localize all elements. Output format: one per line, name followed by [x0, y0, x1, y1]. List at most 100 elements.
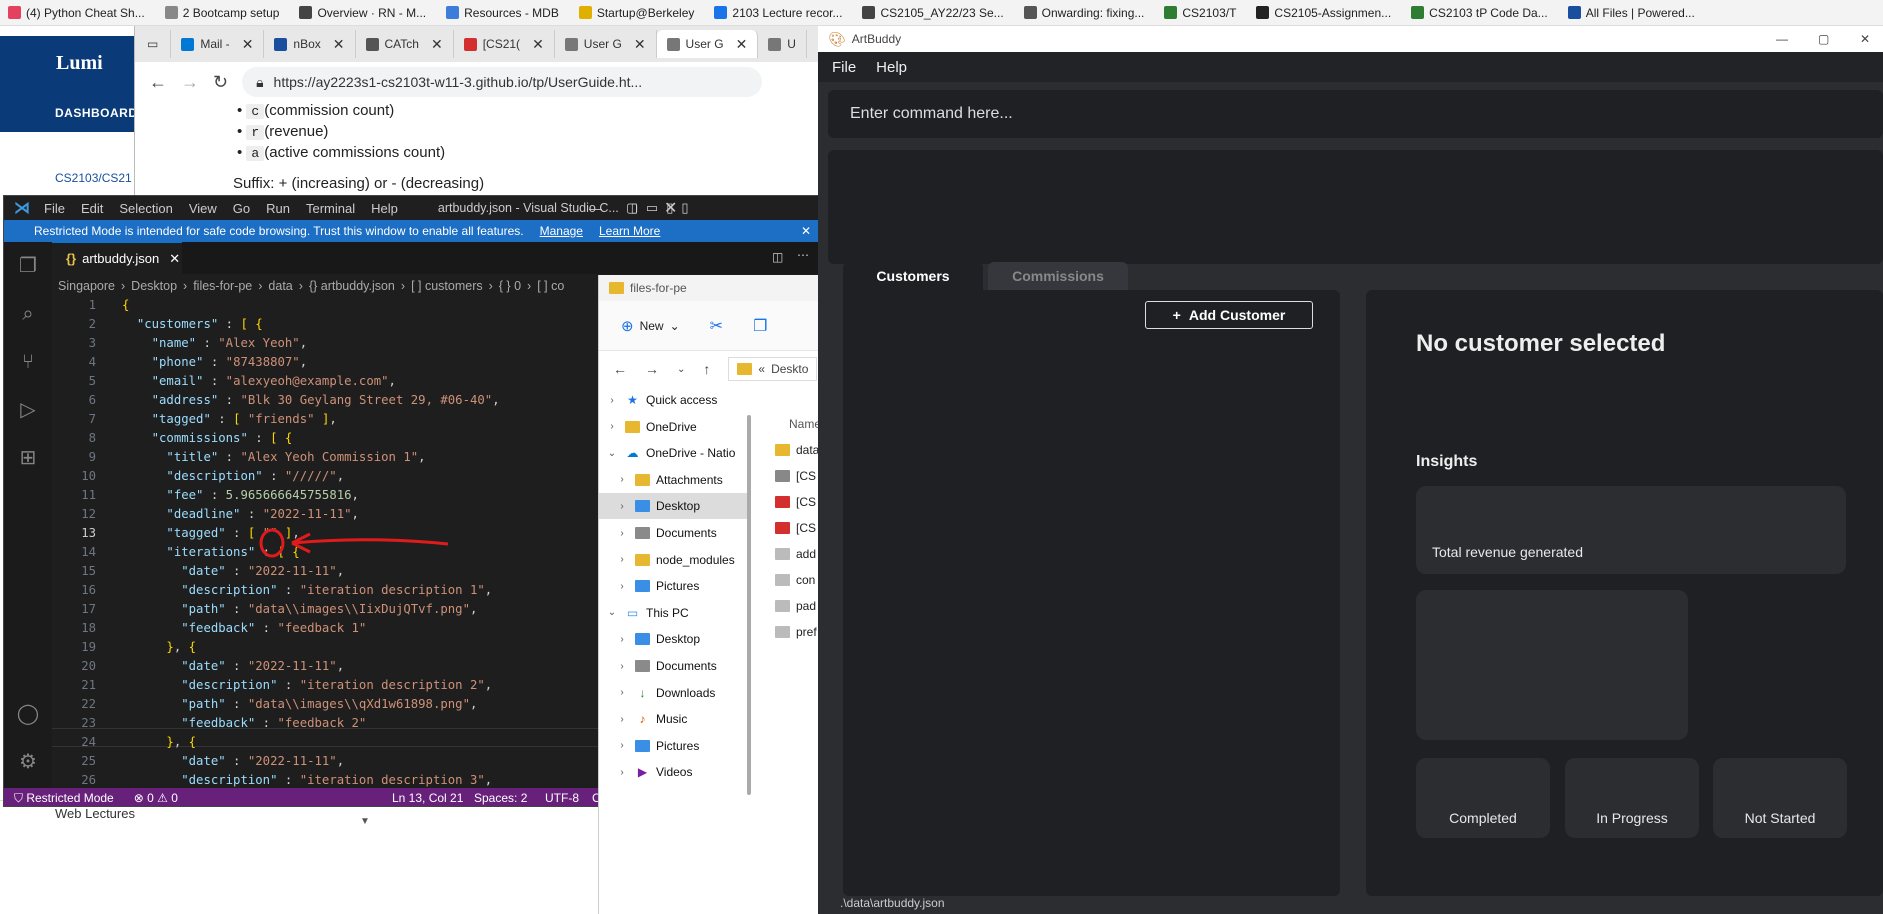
bookmark-item[interactable]: CS2105_AY22/23 Se... [862, 6, 1004, 20]
file-item[interactable]: [CS [775, 469, 816, 483]
menu-help[interactable]: Help [371, 201, 398, 216]
command-input[interactable]: Enter command here... [828, 90, 1883, 138]
close-icon[interactable]: ✕ [664, 198, 677, 218]
indentation-status[interactable]: Spaces: 2 [474, 791, 527, 805]
dropdown-caret-icon[interactable]: ▼ [360, 816, 370, 827]
chevron-right-icon[interactable]: › [615, 687, 629, 698]
bookmark-item[interactable]: All Files | Powered... [1567, 6, 1695, 20]
menu-help[interactable]: Help [876, 59, 907, 76]
chevron-right-icon[interactable]: › [615, 528, 629, 539]
chevron-down-icon[interactable]: ⌄ [605, 448, 619, 459]
chevron-right-icon[interactable]: › [615, 554, 629, 565]
nav-item[interactable]: ⌄ ▭ This PC [599, 600, 749, 626]
tab-close-icon[interactable]: ✕ [431, 36, 443, 53]
bookmark-item[interactable]: CS2103 tP Code Da... [1411, 6, 1548, 20]
nav-item[interactable]: › Documents [599, 520, 749, 546]
menu-file[interactable]: File [832, 59, 856, 76]
tab-close-icon[interactable]: ✕ [532, 36, 544, 53]
problems-status[interactable]: ⊗ 0 ⚠ 0 [124, 791, 188, 805]
chevron-right-icon[interactable]: › [605, 395, 619, 406]
accounts-icon[interactable]: ◯ [16, 702, 40, 726]
search-icon[interactable]: ⌕ [16, 302, 40, 326]
cut-icon[interactable]: ✂ [710, 316, 723, 336]
nav-pane-scrollbar[interactable] [747, 415, 751, 795]
settings-gear-icon[interactable]: ⚙ [16, 750, 40, 774]
chevron-right-icon[interactable]: › [615, 634, 629, 645]
file-item[interactable]: pad [775, 599, 816, 613]
chevron-right-icon[interactable]: › [615, 740, 629, 751]
browser-tab[interactable]: CATch ✕ [356, 30, 454, 58]
chevron-right-icon[interactable]: › [605, 421, 619, 432]
chevron-right-icon[interactable]: › [615, 714, 629, 725]
back-icon[interactable]: ← [149, 72, 167, 93]
web-lectures-item[interactable]: Web Lectures [55, 806, 135, 821]
file-tab-artbuddy-json[interactable]: {} artbuddy.json ✕ [52, 242, 182, 274]
menu-edit[interactable]: Edit [81, 201, 103, 216]
tab-actions-icon[interactable]: ▭ [135, 30, 172, 58]
menu-file[interactable]: File [44, 201, 65, 216]
browser-tab[interactable]: nBox ✕ [264, 30, 356, 58]
breadcrumb-item[interactable]: { } 0 [499, 279, 521, 293]
nav-item[interactable]: › Attachments [599, 467, 749, 493]
minimize-icon[interactable]: — [1776, 32, 1788, 46]
file-tab-close-icon[interactable]: ✕ [169, 251, 180, 267]
breadcrumb-item[interactable]: {} artbuddy.json [309, 279, 395, 293]
file-item[interactable]: [CS [775, 521, 816, 535]
banner-close-icon[interactable]: ✕ [801, 224, 811, 238]
tab-close-icon[interactable]: ✕ [333, 36, 345, 53]
bookmark-item[interactable]: CS2105-Assignmen... [1256, 6, 1391, 20]
manage-link[interactable]: Manage [540, 224, 583, 238]
bookmark-item[interactable]: 2103 Lecture recor... [714, 6, 842, 20]
tab-commissions[interactable]: Commissions [988, 262, 1128, 290]
maximize-icon[interactable]: ▢ [1818, 32, 1829, 46]
close-icon[interactable]: ✕ [1860, 32, 1870, 46]
browser-tab[interactable]: User G ✕ [656, 30, 759, 58]
nav-item[interactable]: › OneDrive [599, 414, 749, 440]
restricted-mode-status[interactable]: ⛉ Restricted Mode [4, 791, 124, 806]
file-item[interactable]: con [775, 573, 815, 587]
tab-close-icon[interactable]: ✕ [634, 36, 646, 53]
maximize-icon[interactable]: ▢ [626, 200, 638, 216]
nav-item[interactable]: › Pictures [599, 573, 749, 599]
nav-item[interactable]: › Desktop [599, 626, 749, 652]
browser-tab[interactable]: U [758, 30, 807, 58]
nav-item[interactable]: › node_modules [599, 547, 749, 573]
nav-item[interactable]: ⌄ ☁ OneDrive - Natio [599, 440, 749, 466]
nav-item[interactable]: › ♪ Music [599, 706, 749, 732]
chevron-down-icon[interactable]: ⌄ [605, 607, 619, 618]
split-editor-icon[interactable]: ◫ [772, 250, 783, 264]
run-debug-icon[interactable]: ▷ [16, 398, 40, 422]
file-item[interactable]: [CS [775, 495, 816, 509]
menu-terminal[interactable]: Terminal [306, 201, 355, 216]
nav-item[interactable]: › ★ Quick access [599, 387, 749, 413]
file-item[interactable]: add [775, 547, 816, 561]
forward-icon[interactable]: → [181, 72, 199, 93]
source-control-icon[interactable]: ⑂ [16, 350, 40, 374]
cursor-position-status[interactable]: Ln 13, Col 21 [392, 791, 463, 805]
file-item[interactable]: data [775, 443, 819, 457]
nav-item[interactable]: › ▶ Videos [599, 759, 749, 785]
bookmark-item[interactable]: Onwarding: fixing... [1023, 6, 1144, 20]
nav-item[interactable]: › Documents [599, 653, 749, 679]
breadcrumb-item[interactable]: [ ] customers [411, 279, 483, 293]
chevron-right-icon[interactable]: › [615, 501, 629, 512]
encoding-status[interactable]: UTF-8 [545, 791, 579, 805]
back-icon[interactable]: ← [613, 361, 627, 377]
chevron-right-icon[interactable]: › [615, 474, 629, 485]
tab-customers[interactable]: Customers [843, 262, 983, 290]
browser-tab[interactable]: Mail - ✕ [171, 30, 265, 58]
bookmark-item[interactable]: CS2103/T [1164, 6, 1236, 20]
chevron-right-icon[interactable]: › [615, 767, 629, 778]
more-actions-icon[interactable]: ⋯ [797, 248, 809, 262]
forward-icon[interactable]: → [645, 361, 659, 377]
column-name-header[interactable]: Name [789, 417, 821, 431]
bookmark-item[interactable]: Overview · RN - M... [299, 6, 426, 20]
new-button[interactable]: ⊕ New ⌄ [621, 317, 680, 335]
breadcrumb-item[interactable]: Desktop [131, 279, 177, 293]
bookmark-item[interactable]: Resources - MDB [446, 6, 559, 20]
chevron-right-icon[interactable]: › [615, 581, 629, 592]
lumi-dashboard-link[interactable]: DASHBOARD [55, 106, 138, 120]
menu-run[interactable]: Run [266, 201, 290, 216]
bookmark-item[interactable]: Startup@Berkeley [578, 6, 694, 20]
explorer-icon[interactable]: ❐ [16, 254, 40, 278]
